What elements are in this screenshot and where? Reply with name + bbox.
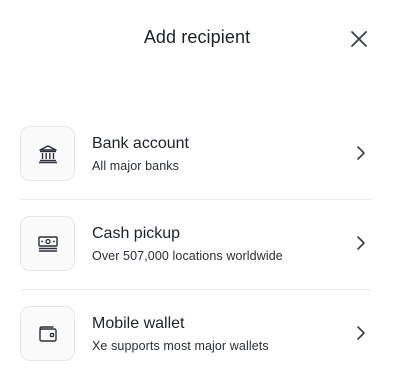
cash-icon-tile [20,216,75,271]
option-mobile-wallet[interactable]: Mobile wallet Xe supports most major wal… [20,290,372,379]
close-icon [351,31,367,47]
option-title: Bank account [92,135,189,152]
chevron-right-icon [354,323,368,343]
option-title: Mobile wallet [92,315,185,332]
option-cash-pickup[interactable]: Cash pickup Over 507,000 locations world… [20,200,372,290]
option-subtitle: Xe supports most major wallets [92,339,269,353]
close-button[interactable] [347,27,371,51]
dialog-title: Add recipient [143,27,251,47]
option-subtitle: All major banks [92,159,179,173]
option-title: Cash pickup [92,225,181,242]
cash-icon [37,235,58,252]
wallet-icon-tile [20,306,75,361]
chevron-right-icon [354,143,368,163]
dialog-header: Add recipient [0,0,394,76]
add-recipient-dialog: Add recipient Bank account All major ban… [0,0,394,391]
chevron-right-icon [354,233,368,253]
recipient-type-list: Bank account All major banks Cash pickup… [20,110,372,379]
bank-icon-tile [20,126,75,181]
option-subtitle: Over 507,000 locations worldwide [92,249,283,263]
bank-icon [38,144,57,163]
wallet-icon [38,325,57,342]
option-bank-account[interactable]: Bank account All major banks [20,110,372,200]
